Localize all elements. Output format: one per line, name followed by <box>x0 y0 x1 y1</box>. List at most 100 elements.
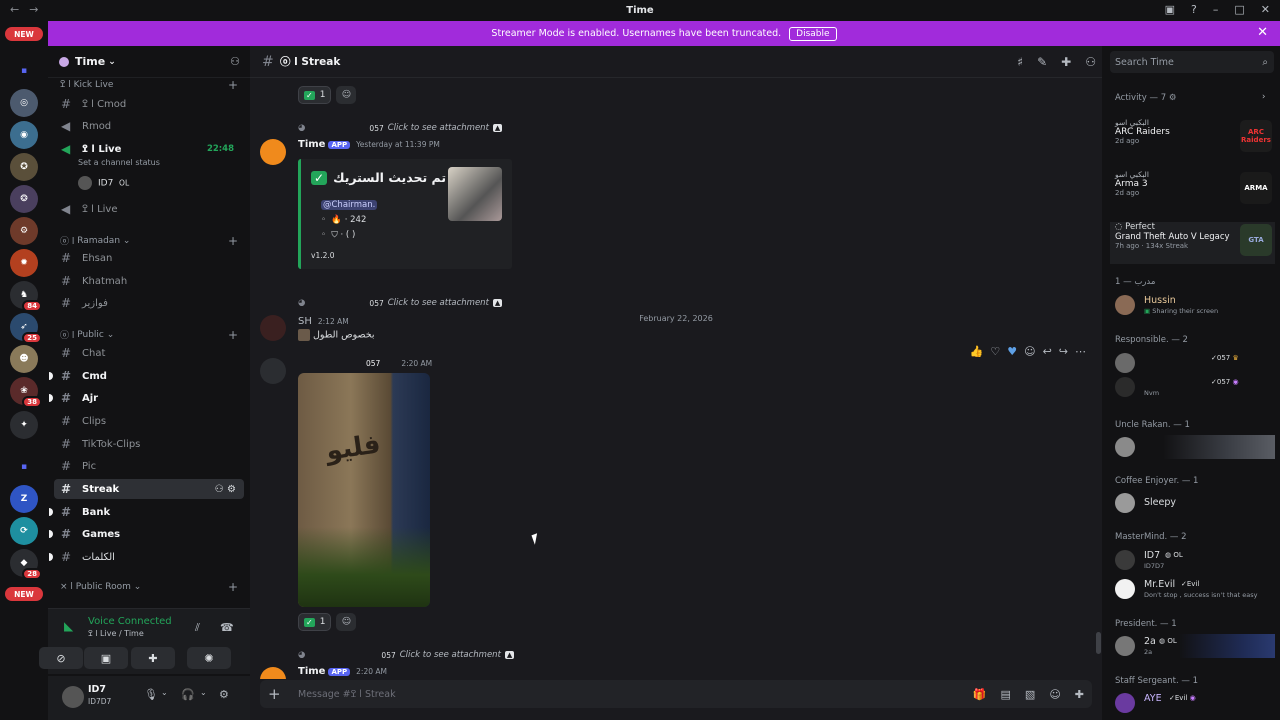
chevron-right-icon[interactable]: › <box>1262 92 1265 102</box>
author-name[interactable]: SH <box>298 316 312 327</box>
server-icon[interactable]: ❂ <box>10 185 38 213</box>
chevron-down-icon[interactable]: ⌄ <box>161 688 168 697</box>
member-item[interactable]: ✓057 ♛ <box>1115 351 1275 375</box>
server-icon[interactable]: ♞ 84 <box>10 281 42 312</box>
camera-button[interactable]: ⊘ <box>39 647 83 669</box>
reaction-check[interactable]: ✓ 1 <box>298 86 332 104</box>
gift-icon[interactable]: 🎁 <box>973 688 987 701</box>
channel-games[interactable]: # Games <box>49 524 244 544</box>
server-icon[interactable]: ◉ <box>10 121 38 149</box>
category-ramadan[interactable]: ⓞ l Ramadan ⌄ + <box>60 234 238 248</box>
avatar[interactable] <box>260 139 286 165</box>
channel-fawazeer[interactable]: # فوازير <box>54 293 244 313</box>
category-public-room[interactable]: × l Public Room ⌄ + <box>60 580 238 594</box>
activity-card[interactable]: البكبي اسو Arma 3 2d ago ARMA <box>1115 170 1275 212</box>
member-item[interactable]: 2a ◍ OL 2a <box>1115 634 1275 658</box>
server-icon[interactable]: ⚙ <box>10 217 38 245</box>
server-icon[interactable]: ◎ <box>10 89 38 117</box>
author-name[interactable]: Time <box>298 139 325 150</box>
channel-rmod[interactable]: ◀ Rmod <box>54 116 244 136</box>
add-reaction-icon[interactable]: ☺ <box>336 613 357 631</box>
headphones-icon[interactable]: 🎧 <box>181 688 195 701</box>
chevron-down-icon[interactable]: ⌄ <box>200 688 207 697</box>
maximize-icon[interactable]: □ <box>1234 3 1244 16</box>
reaction-check[interactable]: ✓ 1 <box>298 613 332 631</box>
minimize-icon[interactable]: – <box>1213 3 1219 16</box>
avatar[interactable] <box>62 686 84 708</box>
noise-suppression-icon[interactable]: ⫽ <box>195 621 200 635</box>
channel-cmod[interactable]: # ߐ l Cmod <box>54 94 244 114</box>
channel-khatmah[interactable]: # Khatmah <box>54 271 244 291</box>
white-heart-icon[interactable]: ♡ <box>990 345 1000 358</box>
activity-card[interactable]: البكبي اسو ARC Raiders 2d ago ARC Raider… <box>1115 118 1275 160</box>
add-channel-icon[interactable]: + <box>228 234 238 248</box>
channel-tiktok-clips[interactable]: # TikTok-Clips <box>54 434 244 454</box>
reply-preview[interactable]: ◕ 057 Click to see attachment ▲ <box>298 650 515 660</box>
message-composer[interactable]: + Message #ߐ l Streak 🎁 ▤ ▧ ☺ ✚ <box>260 680 1092 708</box>
dm-icon[interactable]: ▪ <box>10 57 38 85</box>
member-item[interactable]: Hussin ▣ Sharing their screen <box>1115 293 1275 317</box>
pinned-icon[interactable]: ✚ <box>1061 55 1071 69</box>
scrollbar[interactable] <box>1096 632 1101 654</box>
avatar[interactable] <box>260 315 286 341</box>
channel-streak[interactable]: # Streak ⚇ ⚙ <box>54 479 244 499</box>
add-member-icon[interactable]: ⚇ <box>230 55 240 68</box>
user-name[interactable]: ID7 <box>88 684 106 695</box>
close-window-icon[interactable]: ✕ <box>1261 3 1270 16</box>
channel-ajr[interactable]: # Ajr <box>49 388 244 408</box>
thumbs-up-icon[interactable]: 👍 <box>970 345 984 358</box>
member-item[interactable]: Mr.Evil ✓Evil Don't stop , success isn't… <box>1115 577 1275 601</box>
server-icon[interactable]: ✦ <box>10 411 38 439</box>
search-input[interactable]: Search Time ⌕ <box>1110 51 1274 73</box>
member-item[interactable]: Sleepy <box>1115 491 1275 515</box>
avatar[interactable] <box>260 358 286 384</box>
server-icon[interactable]: ⟳ <box>10 517 38 545</box>
channel-clips[interactable]: # Clips <box>54 411 244 431</box>
channel-ehsan[interactable]: # Ehsan <box>54 248 244 268</box>
reply-preview[interactable]: ◕ 057 Click to see attachment ▲ <box>298 298 503 308</box>
add-channel-icon[interactable]: + <box>228 580 238 594</box>
voice-status[interactable]: Voice Connected <box>88 616 172 627</box>
server-icon[interactable]: ✪ <box>10 153 38 181</box>
channel-pic[interactable]: # Pic <box>54 456 244 476</box>
member-item[interactable] <box>1115 435 1275 459</box>
image-attachment[interactable]: فليو <box>298 373 430 607</box>
category-kick-live[interactable]: ߐ l Kick Live + <box>60 78 238 92</box>
disconnect-icon[interactable]: ☎ <box>220 621 234 634</box>
apps-icon[interactable]: ✚ <box>1075 688 1084 701</box>
sticker-icon[interactable]: ▧ <box>1025 688 1035 701</box>
server-icon[interactable]: Z <box>10 485 38 513</box>
add-reaction-icon[interactable]: ☺ <box>1024 345 1035 358</box>
threads-icon[interactable]: ♯ <box>1017 55 1023 69</box>
screen-share-button[interactable]: ▣ <box>84 647 128 669</box>
close-icon[interactable]: ✕ <box>1257 25 1268 40</box>
reply-icon[interactable]: ↩ <box>1043 345 1052 358</box>
server-icon[interactable]: ◆ 28 <box>10 549 42 580</box>
forward-icon[interactable]: ↪ <box>1059 345 1068 358</box>
mute-icon[interactable]: 🎙 <box>144 688 158 701</box>
voice-participant[interactable]: ID7 OL <box>78 176 129 190</box>
member-item[interactable]: ✓057 ◉ Nvm <box>1115 375 1275 399</box>
new-badge[interactable]: NEW <box>5 587 43 601</box>
channel-live-voice[interactable]: ◀ ߐ l Live 22:48 <box>54 139 244 159</box>
reply-preview[interactable]: ◕ 057 Click to see attachment ▲ <box>298 123 503 133</box>
server-icon[interactable]: ➶ 25 <box>10 313 42 344</box>
add-channel-icon[interactable]: + <box>228 78 238 92</box>
activity-header[interactable]: Activity — 7 ⚙ › <box>1115 92 1265 103</box>
add-channel-icon[interactable]: + <box>228 328 238 342</box>
notifications-icon[interactable]: ✎ <box>1037 55 1047 69</box>
more-options-icon[interactable]: ⋯ <box>1075 345 1086 358</box>
activity-card[interactable]: ◌ Perfect Grand Theft Auto V Legacy 7h a… <box>1110 222 1275 264</box>
voice-channel-path[interactable]: ߐ l Live / Time <box>88 629 144 638</box>
channel-status[interactable]: Set a channel status <box>78 158 160 167</box>
server-icon[interactable]: ❀ 38 <box>10 377 42 408</box>
user-settings-icon[interactable]: ⚙ <box>219 688 229 701</box>
server-icon[interactable]: ☻ <box>10 345 38 373</box>
new-badge[interactable]: NEW <box>5 27 43 41</box>
category-public[interactable]: ⓞ l Public ⌄ + <box>60 328 238 342</box>
member-list-icon[interactable]: ⚇ <box>1085 55 1096 69</box>
inbox-icon[interactable]: ▣ <box>1165 3 1175 16</box>
upload-icon[interactable]: + <box>268 685 281 703</box>
folder-icon[interactable]: ▪ <box>10 453 38 481</box>
blue-heart-icon[interactable]: ♥ <box>1007 345 1017 358</box>
